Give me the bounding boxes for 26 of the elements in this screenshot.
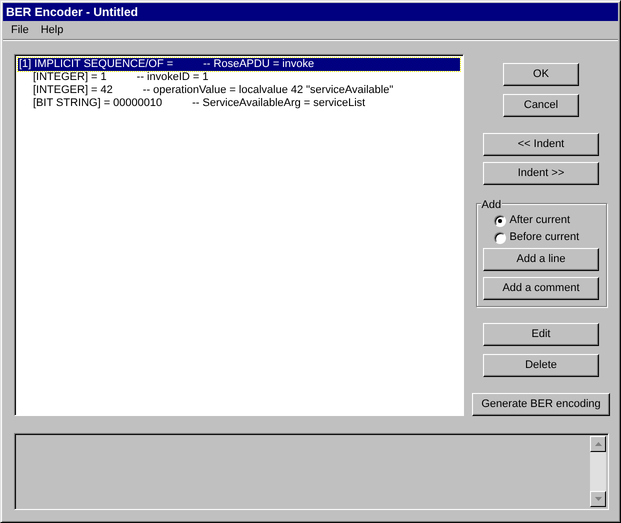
list-row[interactable]: [INTEGER] = 1 -- invokeID = 1 [32, 71, 209, 84]
window-title: BER Encoder - Untitled [3, 3, 618, 21]
up-arrow-icon [594, 442, 602, 446]
button[interactable]: OK [503, 63, 579, 86]
scroll-up-button[interactable] [590, 436, 606, 452]
button[interactable]: Indent >> [483, 162, 599, 185]
list-row[interactable]: [1] IMPLICIT SEQUENCE/OF = -- RoseAPDU = invoke [18, 58, 460, 71]
button[interactable]: Add a comment [483, 277, 599, 300]
button[interactable]: Cancel [503, 94, 579, 117]
radio-label[interactable]: Before current [510, 229, 580, 246]
down-arrow-icon [594, 497, 602, 501]
menu-item[interactable]: Help [34, 22, 70, 38]
encoding-list[interactable] [14, 54, 464, 416]
scrollbar[interactable] [590, 436, 606, 507]
radio-label[interactable]: After current [510, 212, 570, 229]
button[interactable]: Add a line [483, 248, 599, 271]
menu-item[interactable]: File [5, 22, 35, 38]
button[interactable]: Delete [483, 354, 599, 377]
button[interactable]: Generate BER encoding [472, 393, 610, 416]
list-row[interactable]: [INTEGER] = 42 -- operationValue = localvalue 42 "serviceAvailable" [32, 84, 394, 97]
button[interactable]: << Indent [483, 133, 599, 156]
list-row[interactable]: [BIT STRING] = 00000010 -- ServiceAvailableArg = serviceList [32, 97, 366, 110]
radio-button[interactable] [494, 232, 506, 244]
scroll-down-button[interactable] [590, 491, 606, 507]
button[interactable]: Edit [483, 323, 599, 346]
radio-button[interactable] [494, 214, 506, 226]
